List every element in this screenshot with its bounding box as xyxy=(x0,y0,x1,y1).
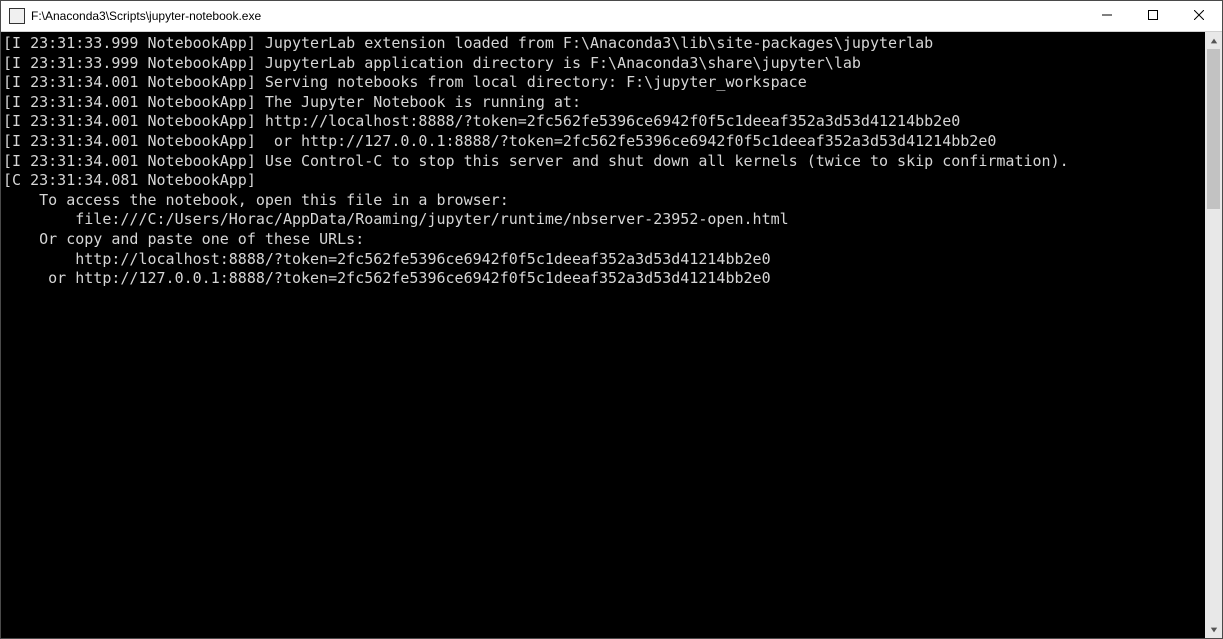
console-text: [I 23:31:33.999 NotebookApp] JupyterLab … xyxy=(1,34,1205,289)
minimize-button[interactable] xyxy=(1084,1,1130,31)
log-line: [C 23:31:34.081 NotebookApp] xyxy=(3,171,1205,191)
log-line: http://localhost:8888/?token=2fc562fe539… xyxy=(3,250,1205,270)
close-icon xyxy=(1194,7,1204,25)
log-line: To access the notebook, open this file i… xyxy=(3,191,1205,211)
chevron-up-icon xyxy=(1210,32,1218,50)
scroll-down-button[interactable] xyxy=(1205,621,1222,638)
log-line: [I 23:31:33.999 NotebookApp] JupyterLab … xyxy=(3,54,1205,74)
log-line: [I 23:31:33.999 NotebookApp] JupyterLab … xyxy=(3,34,1205,54)
minimize-icon xyxy=(1102,7,1112,25)
log-line: [I 23:31:34.001 NotebookApp] or http://1… xyxy=(3,132,1205,152)
scroll-track[interactable] xyxy=(1205,49,1222,621)
maximize-icon xyxy=(1148,7,1158,25)
log-line: [I 23:31:34.001 NotebookApp] The Jupyter… xyxy=(3,93,1205,113)
log-line: file:///C:/Users/Horac/AppData/Roaming/j… xyxy=(3,210,1205,230)
window-title: F:\Anaconda3\Scripts\jupyter-notebook.ex… xyxy=(31,9,261,23)
console-output[interactable]: [I 23:31:33.999 NotebookApp] JupyterLab … xyxy=(1,32,1205,638)
chevron-down-icon xyxy=(1210,621,1218,639)
scroll-up-button[interactable] xyxy=(1205,32,1222,49)
client-area: [I 23:31:33.999 NotebookApp] JupyterLab … xyxy=(1,32,1222,638)
maximize-button[interactable] xyxy=(1130,1,1176,31)
scroll-thumb[interactable] xyxy=(1207,49,1220,209)
log-line: Or copy and paste one of these URLs: xyxy=(3,230,1205,250)
window-frame: F:\Anaconda3\Scripts\jupyter-notebook.ex… xyxy=(0,0,1223,639)
app-icon xyxy=(9,8,25,24)
titlebar[interactable]: F:\Anaconda3\Scripts\jupyter-notebook.ex… xyxy=(1,1,1222,32)
log-line: [I 23:31:34.001 NotebookApp] http://loca… xyxy=(3,112,1205,132)
log-line: [I 23:31:34.001 NotebookApp] Serving not… xyxy=(3,73,1205,93)
log-line: or http://127.0.0.1:8888/?token=2fc562fe… xyxy=(3,269,1205,289)
log-line: [I 23:31:34.001 NotebookApp] Use Control… xyxy=(3,152,1205,172)
close-button[interactable] xyxy=(1176,1,1222,31)
vertical-scrollbar[interactable] xyxy=(1205,32,1222,638)
